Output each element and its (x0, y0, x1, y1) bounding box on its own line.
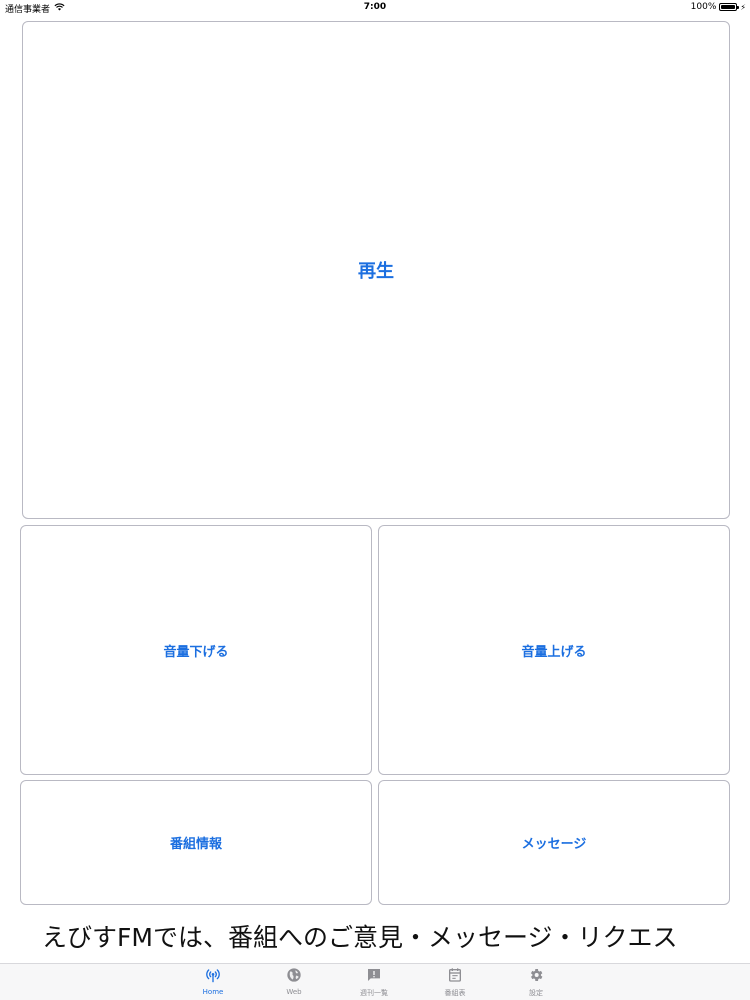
tab-bar: Home Web 週刊一覧 番組表 設定 (0, 963, 750, 1000)
play-button[interactable]: 再生 (22, 21, 730, 519)
feedback-icon (366, 967, 382, 983)
battery-fill (721, 5, 736, 9)
app-window: 通信事業者 7:00 100% ⚡ 再生 音量下げる 音量上げる 番組情報 メッ… (0, 0, 750, 1000)
calendar-icon (447, 967, 463, 983)
program-info-label: 番組情報 (169, 837, 222, 852)
tab-schedule[interactable]: 番組表 (425, 967, 485, 999)
battery-icon (719, 3, 740, 11)
status-bar: 通信事業者 7:00 100% ⚡ (0, 0, 750, 16)
tab-web-label: Web (286, 988, 302, 996)
tab-weekly-list-label: 週刊一覧 (360, 989, 388, 997)
status-right: 100% ⚡ (691, 2, 746, 12)
gear-icon (528, 967, 544, 983)
volume-down-button[interactable]: 音量下げる (20, 525, 372, 775)
tab-web[interactable]: Web (264, 967, 324, 999)
ticker-text: えびすFMでは、番組へのご意見・メッセージ・リクエス (42, 923, 678, 952)
battery-percent: 100% (690, 2, 717, 12)
globe-icon (286, 967, 302, 983)
tab-schedule-label: 番組表 (444, 989, 466, 997)
tab-home[interactable]: Home (183, 967, 243, 999)
message-button[interactable]: メッセージ (378, 780, 730, 905)
tab-settings[interactable]: 設定 (506, 967, 566, 999)
program-info-button[interactable]: 番組情報 (20, 780, 372, 905)
charging-icon: ⚡ (740, 2, 746, 12)
volume-up-label: 音量上げる (521, 644, 587, 660)
tab-home-label: Home (202, 988, 224, 996)
volume-down-label: 音量下げる (163, 644, 229, 660)
message-label: メッセージ (521, 837, 587, 852)
news-ticker: えびすFMでは、番組へのご意見・メッセージ・リクエス (0, 912, 750, 960)
tab-weekly-list[interactable]: 週刊一覧 (344, 967, 404, 999)
play-button-label: 再生 (358, 261, 394, 282)
radio-antenna-icon (205, 967, 221, 983)
volume-up-button[interactable]: 音量上げる (378, 525, 730, 775)
status-time: 7:00 (363, 2, 387, 12)
tab-settings-label: 設定 (529, 989, 543, 997)
